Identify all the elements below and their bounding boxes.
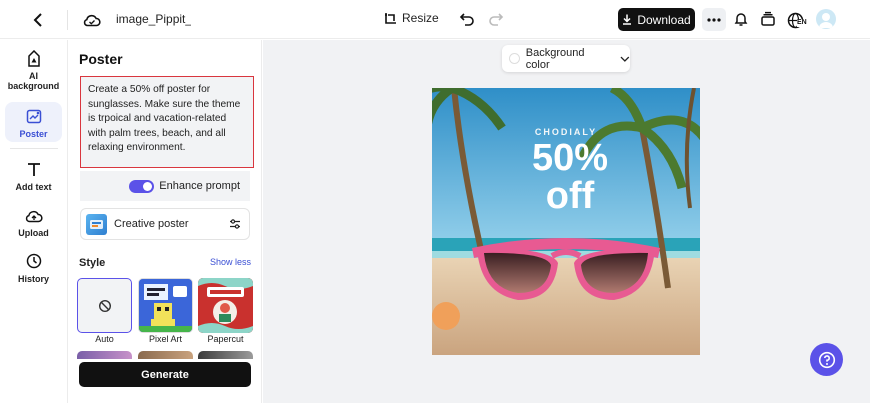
layers-icon (761, 11, 775, 26)
rail-item-label: Add text (15, 182, 52, 192)
ai-background-icon (25, 49, 43, 67)
rail-item-ai-background[interactable]: AI background (5, 49, 62, 95)
chevron-down-icon (620, 56, 630, 62)
color-swatch (509, 53, 520, 64)
layers-button[interactable] (760, 11, 776, 27)
enhance-prompt-row: Enhance prompt (80, 171, 250, 201)
prompt-textarea[interactable]: Create a 50% off poster for sunglasses. … (80, 76, 254, 168)
no-style-icon (98, 299, 111, 312)
poster-canvas[interactable]: CHODIALY 50% off (432, 88, 700, 355)
style-tile-more[interactable] (198, 351, 253, 359)
background-color-dropdown[interactable]: Background color (502, 45, 630, 72)
rail-item-upload[interactable]: Upload (5, 206, 62, 238)
rail-divider (10, 148, 58, 149)
resize-button[interactable]: Resize (384, 11, 439, 25)
poster-headline-off: off (545, 175, 595, 217)
style-tile-papercut[interactable] (198, 278, 253, 333)
papercut-thumbnail (198, 278, 253, 333)
panel-title: Poster (79, 51, 123, 67)
chevron-left-icon (33, 13, 42, 27)
style-tile-more[interactable] (77, 351, 132, 359)
avatar[interactable] (816, 9, 836, 29)
settings-sliders-icon[interactable] (229, 218, 241, 230)
poster-brand: CHODIALY (534, 127, 598, 137)
style-caption: Papercut (207, 334, 244, 344)
back-button[interactable] (28, 10, 48, 30)
tool-rail: AI background Poster Add text Upload His… (0, 40, 68, 403)
rail-item-label: AI background (7, 71, 60, 91)
pixel-art-thumbnail (139, 279, 192, 332)
redo-button[interactable] (488, 11, 504, 27)
resize-label: Resize (402, 11, 439, 25)
background-color-label: Background color (525, 46, 585, 71)
language-button[interactable]: EN (787, 10, 809, 30)
rail-item-history[interactable]: History (5, 252, 62, 284)
style-tile-pixel-art[interactable] (138, 278, 193, 333)
resize-icon (385, 12, 396, 24)
notifications-button[interactable] (733, 11, 749, 27)
divider (67, 10, 68, 30)
more-options-button[interactable] (702, 8, 726, 31)
creative-poster-label: Creative poster (114, 218, 189, 230)
redo-icon (489, 13, 504, 26)
file-name-input[interactable]: image_Pippit_20 (116, 12, 191, 26)
download-label: Download (637, 12, 691, 27)
upload-icon (25, 206, 43, 224)
rail-item-label: Upload (18, 228, 49, 238)
user-avatar-icon (819, 13, 833, 28)
poster-panel: Poster Create a 50% off poster for sungl… (69, 40, 262, 403)
rail-item-add-text[interactable]: Add text (5, 160, 62, 192)
cloud-icon (83, 14, 101, 27)
canvas-area: Background color CHODIALY 50% off (263, 40, 870, 403)
style-caption: Auto (95, 334, 114, 344)
generate-button[interactable]: Generate (79, 362, 251, 387)
rail-item-label: History (17, 274, 49, 284)
poster-icon (25, 107, 43, 125)
undo-icon (459, 13, 474, 26)
creative-poster-selector[interactable]: Creative poster (80, 208, 250, 240)
style-caption: Pixel Art (148, 334, 182, 344)
enhance-prompt-label: Enhance prompt (159, 180, 240, 192)
show-less-link[interactable]: Show less (210, 257, 251, 267)
rail-item-label: Poster (19, 129, 48, 139)
help-question-icon (818, 351, 835, 368)
text-icon (25, 160, 43, 178)
undo-button[interactable] (459, 11, 475, 27)
style-tile-auto[interactable] (77, 278, 132, 333)
poster-headline-percent: 50% (531, 137, 609, 179)
help-button[interactable] (810, 343, 843, 376)
bell-icon (734, 13, 748, 26)
creative-poster-thumbnail (86, 213, 107, 235)
enhance-prompt-toggle[interactable] (129, 179, 155, 193)
more-dots-icon (707, 17, 721, 22)
style-heading: Style (79, 257, 106, 269)
history-icon (25, 252, 43, 270)
top-bar: image_Pippit_20 Resize Download EN (0, 0, 870, 39)
rail-item-poster[interactable]: Poster (5, 102, 62, 142)
language-code: EN (797, 19, 807, 27)
cloud-save-button[interactable] (82, 10, 102, 30)
download-icon (623, 14, 632, 25)
download-button[interactable]: Download (618, 8, 695, 31)
style-tile-more[interactable] (138, 351, 193, 359)
